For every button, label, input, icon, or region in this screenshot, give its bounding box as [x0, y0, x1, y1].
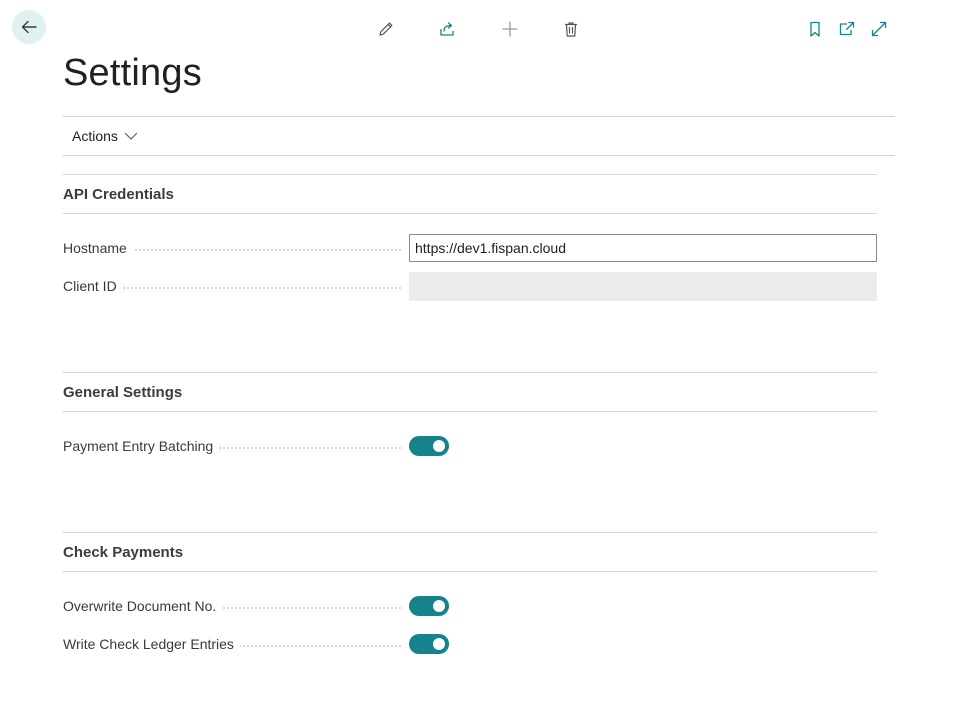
payment-entry-batching-label: Payment Entry Batching: [63, 438, 220, 454]
section-divider: [63, 213, 877, 214]
payment-entry-batching-toggle[interactable]: [409, 436, 449, 456]
new-plus-icon: [502, 21, 518, 37]
open-new-window-icon: [839, 21, 855, 36]
chevron-down-icon: [124, 132, 137, 140]
section-divider: [63, 411, 877, 412]
client-id-field-row: Client ID: [63, 272, 877, 301]
settings-page: Settings Actions API Credentials Hostnam…: [0, 0, 960, 724]
toggle-knob: [433, 638, 445, 650]
delete-trash-icon: [565, 22, 577, 37]
share-button[interactable]: [436, 18, 458, 40]
overwrite-document-no-label: Overwrite Document No.: [63, 598, 223, 614]
hostname-label: Hostname: [63, 240, 133, 256]
toggle-knob: [433, 600, 445, 612]
expand-icon: [871, 21, 887, 37]
overwrite-document-no-row: Overwrite Document No.: [63, 592, 877, 620]
new-button[interactable]: [499, 18, 521, 40]
section-divider: [63, 532, 877, 533]
client-id-label: Client ID: [63, 278, 123, 294]
section-divider: [63, 174, 877, 175]
section-title-check-payments[interactable]: Check Payments: [63, 544, 183, 561]
overwrite-document-no-toggle[interactable]: [409, 596, 449, 616]
actions-menu-button[interactable]: Actions: [72, 128, 138, 144]
actions-menu-label: Actions: [72, 128, 118, 144]
action-bar: Actions: [63, 116, 895, 156]
expand-button[interactable]: [868, 18, 890, 40]
share-icon: [440, 22, 454, 36]
edit-pencil-icon: [379, 22, 393, 36]
section-divider: [63, 571, 877, 572]
section-divider: [63, 372, 877, 373]
write-check-ledger-entries-label: Write Check Ledger Entries: [63, 636, 240, 652]
write-check-ledger-entries-toggle[interactable]: [409, 634, 449, 654]
section-title-general-settings[interactable]: General Settings: [63, 384, 182, 401]
back-button[interactable]: [12, 10, 46, 44]
delete-button[interactable]: [560, 18, 582, 40]
hostname-input[interactable]: [409, 234, 877, 262]
bookmark-icon: [810, 21, 820, 37]
write-check-ledger-entries-row: Write Check Ledger Entries: [63, 630, 877, 658]
hostname-field-row: Hostname: [63, 234, 877, 262]
edit-button[interactable]: [375, 18, 397, 40]
section-title-api-credentials[interactable]: API Credentials: [63, 186, 174, 203]
client-id-input[interactable]: [409, 272, 877, 301]
open-new-window-button[interactable]: [836, 18, 858, 40]
page-title: Settings: [63, 52, 202, 94]
toggle-knob: [433, 440, 445, 452]
bookmark-button[interactable]: [804, 18, 826, 40]
payment-entry-batching-row: Payment Entry Batching: [63, 432, 877, 460]
back-arrow-icon: [21, 20, 37, 34]
